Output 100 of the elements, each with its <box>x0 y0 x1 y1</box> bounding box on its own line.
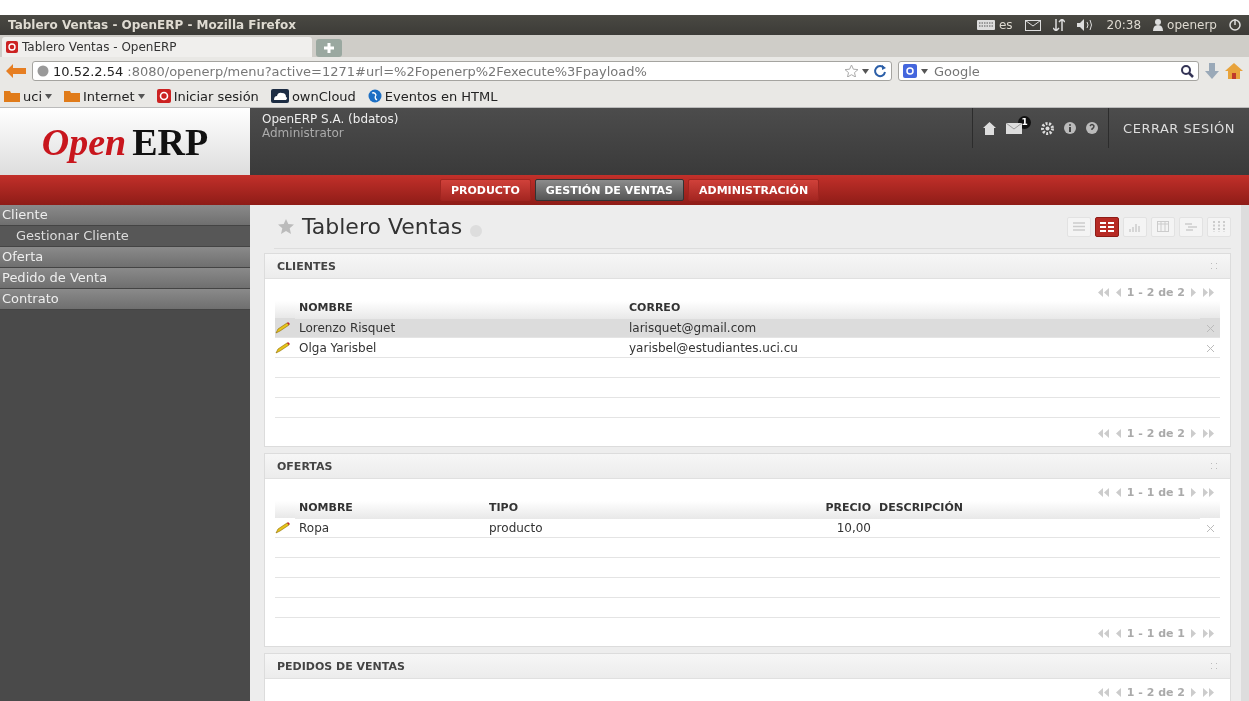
reload-icon[interactable] <box>873 64 887 78</box>
home-icon[interactable] <box>1225 63 1243 79</box>
list-view-icon <box>1073 222 1085 231</box>
url-field[interactable]: 10.52.2.54 :8080/openerp/menu?active=1271#url=%2Fopenerp%2Fexecute%3Fpayload% <box>32 61 892 81</box>
google-logo-icon <box>903 64 917 78</box>
openerp-logo-icon <box>156 89 171 103</box>
caret-icon <box>137 93 145 99</box>
plus-icon <box>324 43 334 53</box>
first-page-icon[interactable] <box>1097 287 1110 297</box>
last-page-icon[interactable] <box>1202 687 1214 697</box>
sidebar-item[interactable]: Contrato <box>0 289 250 310</box>
folder-icon <box>4 90 20 102</box>
panel-title: OFERTAS <box>277 459 333 473</box>
settings-button[interactable] <box>1041 121 1055 135</box>
openerp-logo-icon <box>6 41 18 53</box>
column-header: DESCRIPCIÓN <box>875 501 1200 519</box>
menu-tab[interactable]: PRODUCTO <box>439 179 531 201</box>
browser-tab[interactable]: Tablero Ventas - OpenERP <box>2 37 312 57</box>
star-icon[interactable] <box>845 65 858 77</box>
last-page-icon[interactable] <box>1202 628 1214 638</box>
folder-icon <box>64 90 80 102</box>
column-header: PRECIO <box>785 501 875 519</box>
first-page-icon[interactable] <box>1097 628 1110 638</box>
keyboard-layout[interactable]: es <box>998 18 1013 32</box>
download-arrow-icon[interactable] <box>1205 63 1219 79</box>
previous-page-icon[interactable] <box>1114 687 1122 697</box>
sidebar-subitem[interactable]: Gestionar Cliente <box>0 226 250 247</box>
first-page-icon[interactable] <box>1097 687 1110 697</box>
gantt-icon <box>1185 221 1197 232</box>
home-button[interactable] <box>983 121 997 135</box>
next-page-icon[interactable] <box>1190 287 1197 297</box>
column-header: CORREO <box>625 301 1200 319</box>
window-title: Tablero Ventas - OpenERP - Mozilla Firefox <box>8 18 297 32</box>
house-icon <box>983 121 997 135</box>
menu-tab[interactable]: GESTIÓN DE VENTAS <box>534 179 684 201</box>
new-tab-button[interactable] <box>316 39 342 57</box>
sidebar-item[interactable]: Oferta <box>0 247 250 268</box>
table-row[interactable]: Lorenzo Risquet larisquet@gmail.com <box>275 318 1220 338</box>
keyboard-icon <box>976 20 995 30</box>
envelope-icon[interactable] <box>1024 19 1041 31</box>
pencil-icon[interactable] <box>275 341 291 354</box>
close-icon <box>1206 324 1214 332</box>
clock-text[interactable]: 20:38 <box>1106 18 1142 32</box>
previous-page-icon[interactable] <box>1114 487 1122 497</box>
next-page-icon[interactable] <box>1190 687 1197 697</box>
first-page-icon[interactable] <box>1097 428 1110 438</box>
drag-handle-icon[interactable] <box>1210 462 1218 470</box>
star-icon[interactable] <box>278 219 294 234</box>
sidebar-item[interactable]: Cliente <box>0 205 250 226</box>
caret-icon <box>862 68 869 74</box>
settings-icon <box>1041 121 1055 135</box>
menu-tab[interactable]: ADMINISTRACIÓN <box>688 179 820 201</box>
page-title: Tablero Ventas <box>302 214 463 239</box>
drag-handle-icon[interactable] <box>1210 662 1218 670</box>
board-view-icon <box>1100 221 1114 232</box>
back-arrow-icon[interactable] <box>6 64 26 78</box>
mail-button[interactable] <box>1006 122 1023 134</box>
network-icon[interactable] <box>1052 19 1065 31</box>
cloud-icon <box>270 89 289 103</box>
search-icon[interactable] <box>1181 64 1194 78</box>
previous-page-icon[interactable] <box>1114 428 1122 438</box>
user-name[interactable]: openerp <box>1167 18 1217 32</box>
search-input[interactable]: Google <box>932 62 1177 80</box>
envelope-icon <box>1006 122 1023 134</box>
bookmark-link[interactable]: Eventos en HTML <box>367 88 498 104</box>
next-page-icon[interactable] <box>1190 628 1197 638</box>
next-page-icon[interactable] <box>1190 428 1197 438</box>
bookmark-link[interactable]: ownCloud <box>270 88 356 104</box>
previous-page-icon[interactable] <box>1114 287 1122 297</box>
next-page-icon[interactable] <box>1190 487 1197 497</box>
table-cell: Ropa <box>299 520 330 535</box>
help-icon <box>1086 122 1099 134</box>
table-cell: larisquet@gmail.com <box>629 320 757 335</box>
power-icon[interactable] <box>1229 19 1241 31</box>
last-page-icon[interactable] <box>1202 487 1214 497</box>
speaker-icon[interactable] <box>1076 19 1095 31</box>
last-page-icon[interactable] <box>1202 428 1214 438</box>
last-page-icon[interactable] <box>1202 287 1214 297</box>
table-cell: yarisbel@estudiantes.uci.cu <box>629 340 798 355</box>
first-page-icon[interactable] <box>1097 487 1110 497</box>
bookmark-link[interactable]: Internet <box>64 88 145 104</box>
logout-button[interactable]: CERRAR SESIÓN <box>1109 108 1249 148</box>
pencil-icon[interactable] <box>275 521 291 534</box>
previous-page-icon[interactable] <box>1114 628 1122 638</box>
help-button[interactable] <box>1086 122 1099 134</box>
search-bar[interactable]: Google <box>898 61 1199 81</box>
info-button[interactable] <box>1064 122 1077 134</box>
view-switch-button[interactable] <box>1095 216 1119 237</box>
column-header: TIPO <box>485 501 785 519</box>
info-icon <box>1064 122 1077 134</box>
pager-text: 1 - 2 de 2 <box>1126 685 1185 699</box>
person-icon <box>1153 19 1164 31</box>
pencil-icon[interactable] <box>275 321 291 334</box>
caret-icon <box>45 93 52 99</box>
close-icon <box>1206 524 1214 532</box>
bookmark-link[interactable]: uci <box>4 88 52 104</box>
bookmark-link[interactable]: Iniciar sesión <box>156 88 259 104</box>
drag-handle-icon[interactable] <box>1210 262 1218 270</box>
calendar-icon <box>1157 221 1169 232</box>
sidebar-item[interactable]: Pedido de Venta <box>0 268 250 289</box>
